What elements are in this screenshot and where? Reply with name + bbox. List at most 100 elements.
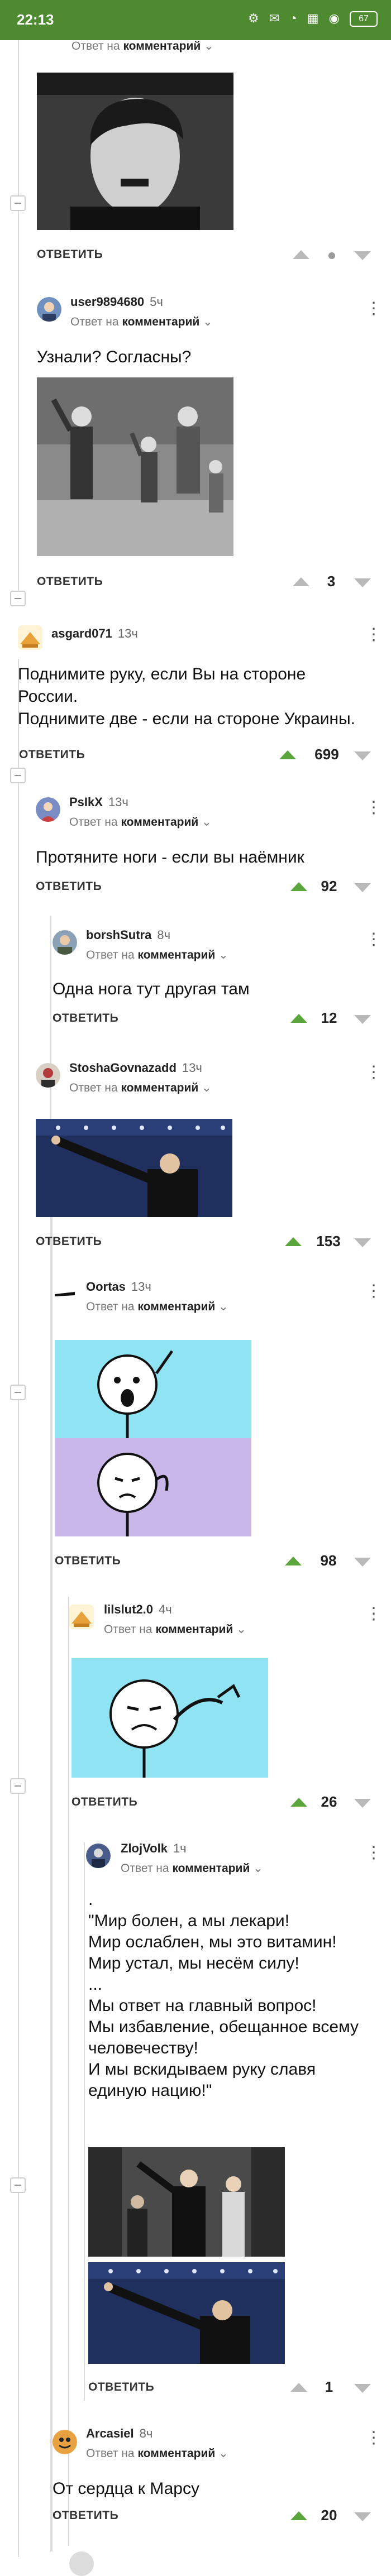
username[interactable]: ZlojVolk 1ч xyxy=(121,1841,187,1856)
comment-image[interactable] xyxy=(88,2262,285,2364)
reply-to[interactable]: Ответ на комментарий ⌄ xyxy=(86,2446,228,2460)
username[interactable]: lilslut2.0 4ч xyxy=(104,1602,172,1617)
avatar[interactable] xyxy=(53,930,77,955)
avatar[interactable] xyxy=(69,2551,94,2576)
downvote-icon[interactable] xyxy=(354,2512,371,2521)
more-options-icon[interactable]: ⋮ xyxy=(365,1845,382,1861)
upvote-icon[interactable] xyxy=(285,1237,302,1246)
more-options-icon[interactable]: ⋮ xyxy=(365,1283,382,1300)
comment-text: Одна нога тут другая там xyxy=(53,980,250,998)
more-options-icon[interactable]: ⋮ xyxy=(365,2430,382,2446)
comment-image[interactable] xyxy=(88,2147,285,2257)
collapse-thread-button[interactable] xyxy=(10,1385,26,1400)
comment-image[interactable] xyxy=(55,1340,251,1536)
timestamp: 13ч xyxy=(182,1061,202,1075)
reply-target: комментарий xyxy=(121,1081,199,1094)
comment-image[interactable] xyxy=(37,377,233,556)
more-options-icon[interactable]: ⋮ xyxy=(365,1606,382,1622)
upvote-icon[interactable] xyxy=(290,2511,307,2520)
status-time: 22:13 xyxy=(17,11,54,28)
comment-image[interactable] xyxy=(36,1119,232,1217)
username[interactable]: PsIkX 13ч xyxy=(69,795,128,810)
reply-button[interactable]: ОТВЕТИТЬ xyxy=(71,1795,137,1809)
upvote-icon[interactable] xyxy=(293,250,309,259)
avatar[interactable] xyxy=(69,1605,94,1629)
downvote-icon[interactable] xyxy=(354,2384,371,2393)
reply-prefix: Ответ на xyxy=(86,949,135,961)
reply-to[interactable]: Ответ на комментарий ⌄ xyxy=(86,1300,228,1314)
reply-to[interactable]: Ответ на комментарий ⌄ xyxy=(69,815,212,829)
reply-to[interactable]: Ответ на комментарий ⌄ xyxy=(70,315,213,329)
downvote-icon[interactable] xyxy=(354,1558,371,1567)
avatar-image xyxy=(69,1605,94,1629)
reply-prefix: Ответ на xyxy=(69,816,118,829)
reply-button[interactable]: ОТВЕТИТЬ xyxy=(55,1554,121,1568)
avatar[interactable] xyxy=(53,2430,77,2454)
collapse-thread-button[interactable] xyxy=(10,768,26,783)
more-options-icon[interactable]: ⋮ xyxy=(365,626,382,643)
avatar-image xyxy=(36,797,60,822)
score: 153 xyxy=(316,1233,341,1249)
thread-line xyxy=(68,1597,69,2546)
upvote-icon[interactable] xyxy=(293,577,309,586)
avatar-image xyxy=(36,1063,60,1088)
reply-to[interactable]: Ответ на комментарий ⌄ xyxy=(69,1081,212,1095)
reply-to[interactable]: Ответ на комментарий ⌄ xyxy=(121,1861,263,1875)
more-options-icon[interactable]: ⋮ xyxy=(365,300,382,317)
avatar[interactable] xyxy=(53,1282,77,1306)
username-text: Arcasiel xyxy=(86,2426,134,2440)
battery-icon: 67 xyxy=(350,11,378,27)
username[interactable]: Oortas 13ч xyxy=(86,1280,151,1294)
collapse-thread-button[interactable] xyxy=(10,2177,26,2193)
more-options-icon[interactable]: ⋮ xyxy=(365,931,382,948)
downvote-icon[interactable] xyxy=(354,1015,371,1024)
reply-button[interactable]: ОТВЕТИТЬ xyxy=(37,575,103,588)
downvote-icon[interactable] xyxy=(354,578,371,587)
vote-controls: 98 xyxy=(285,1551,374,1571)
collapse-thread-button[interactable] xyxy=(10,1778,26,1794)
downvote-icon[interactable] xyxy=(354,251,371,260)
reply-button[interactable]: ОТВЕТИТЬ xyxy=(88,2381,154,2394)
chevron-down-icon: ⌄ xyxy=(203,315,213,328)
avatar[interactable] xyxy=(86,1844,111,1868)
reply-button[interactable]: ОТВЕТИТЬ xyxy=(19,748,85,762)
reply-button[interactable]: ОТВЕТИТЬ xyxy=(37,248,103,261)
avatar[interactable] xyxy=(36,797,60,822)
score: 3 xyxy=(327,573,336,590)
downvote-icon[interactable] xyxy=(354,1799,371,1808)
downvote-icon[interactable] xyxy=(354,883,371,892)
username[interactable]: borshSutra 8ч xyxy=(86,928,170,942)
meme-image xyxy=(55,1340,251,1536)
upvote-icon[interactable] xyxy=(290,2383,307,2392)
reply-to[interactable]: Ответ на комментарий ⌄ xyxy=(104,1622,246,1636)
reply-button[interactable]: ОТВЕТИТЬ xyxy=(53,2509,118,2522)
username[interactable]: asgard071 13ч xyxy=(51,626,138,641)
comment-image[interactable] xyxy=(37,73,233,230)
username[interactable]: user9894680 5ч xyxy=(70,295,163,309)
collapse-thread-button[interactable] xyxy=(10,195,26,211)
timestamp: 13ч xyxy=(131,1280,151,1294)
username[interactable]: StoshaGovnazadd 13ч xyxy=(69,1061,202,1075)
comment-image[interactable] xyxy=(71,1658,268,1778)
more-options-icon[interactable]: ⋮ xyxy=(365,799,382,816)
upvote-icon[interactable] xyxy=(285,1557,302,1565)
avatar-image xyxy=(18,625,42,650)
reply-button[interactable]: ОТВЕТИТЬ xyxy=(36,880,102,893)
avatar[interactable] xyxy=(36,1063,60,1088)
upvote-icon[interactable] xyxy=(290,1798,307,1807)
avatar[interactable] xyxy=(37,297,61,322)
downvote-icon[interactable] xyxy=(354,751,371,760)
upvote-icon[interactable] xyxy=(290,1014,307,1023)
more-options-icon[interactable]: ⋮ xyxy=(365,1064,382,1081)
upvote-icon[interactable] xyxy=(279,750,296,759)
reply-button[interactable]: ОТВЕТИТЬ xyxy=(36,1235,102,1248)
reply-to[interactable]: Ответ на комментарий ⌄ xyxy=(86,948,228,962)
downvote-icon[interactable] xyxy=(354,1238,371,1247)
collapse-thread-button[interactable] xyxy=(10,591,26,606)
score: 92 xyxy=(321,878,337,894)
username[interactable]: Arcasiel 8ч xyxy=(86,2426,152,2441)
upvote-icon[interactable] xyxy=(290,882,307,891)
reply-button[interactable]: ОТВЕТИТЬ xyxy=(53,1012,118,1025)
reply-to[interactable]: Ответ на комментарий ⌄ xyxy=(71,39,214,53)
avatar[interactable] xyxy=(18,625,42,650)
